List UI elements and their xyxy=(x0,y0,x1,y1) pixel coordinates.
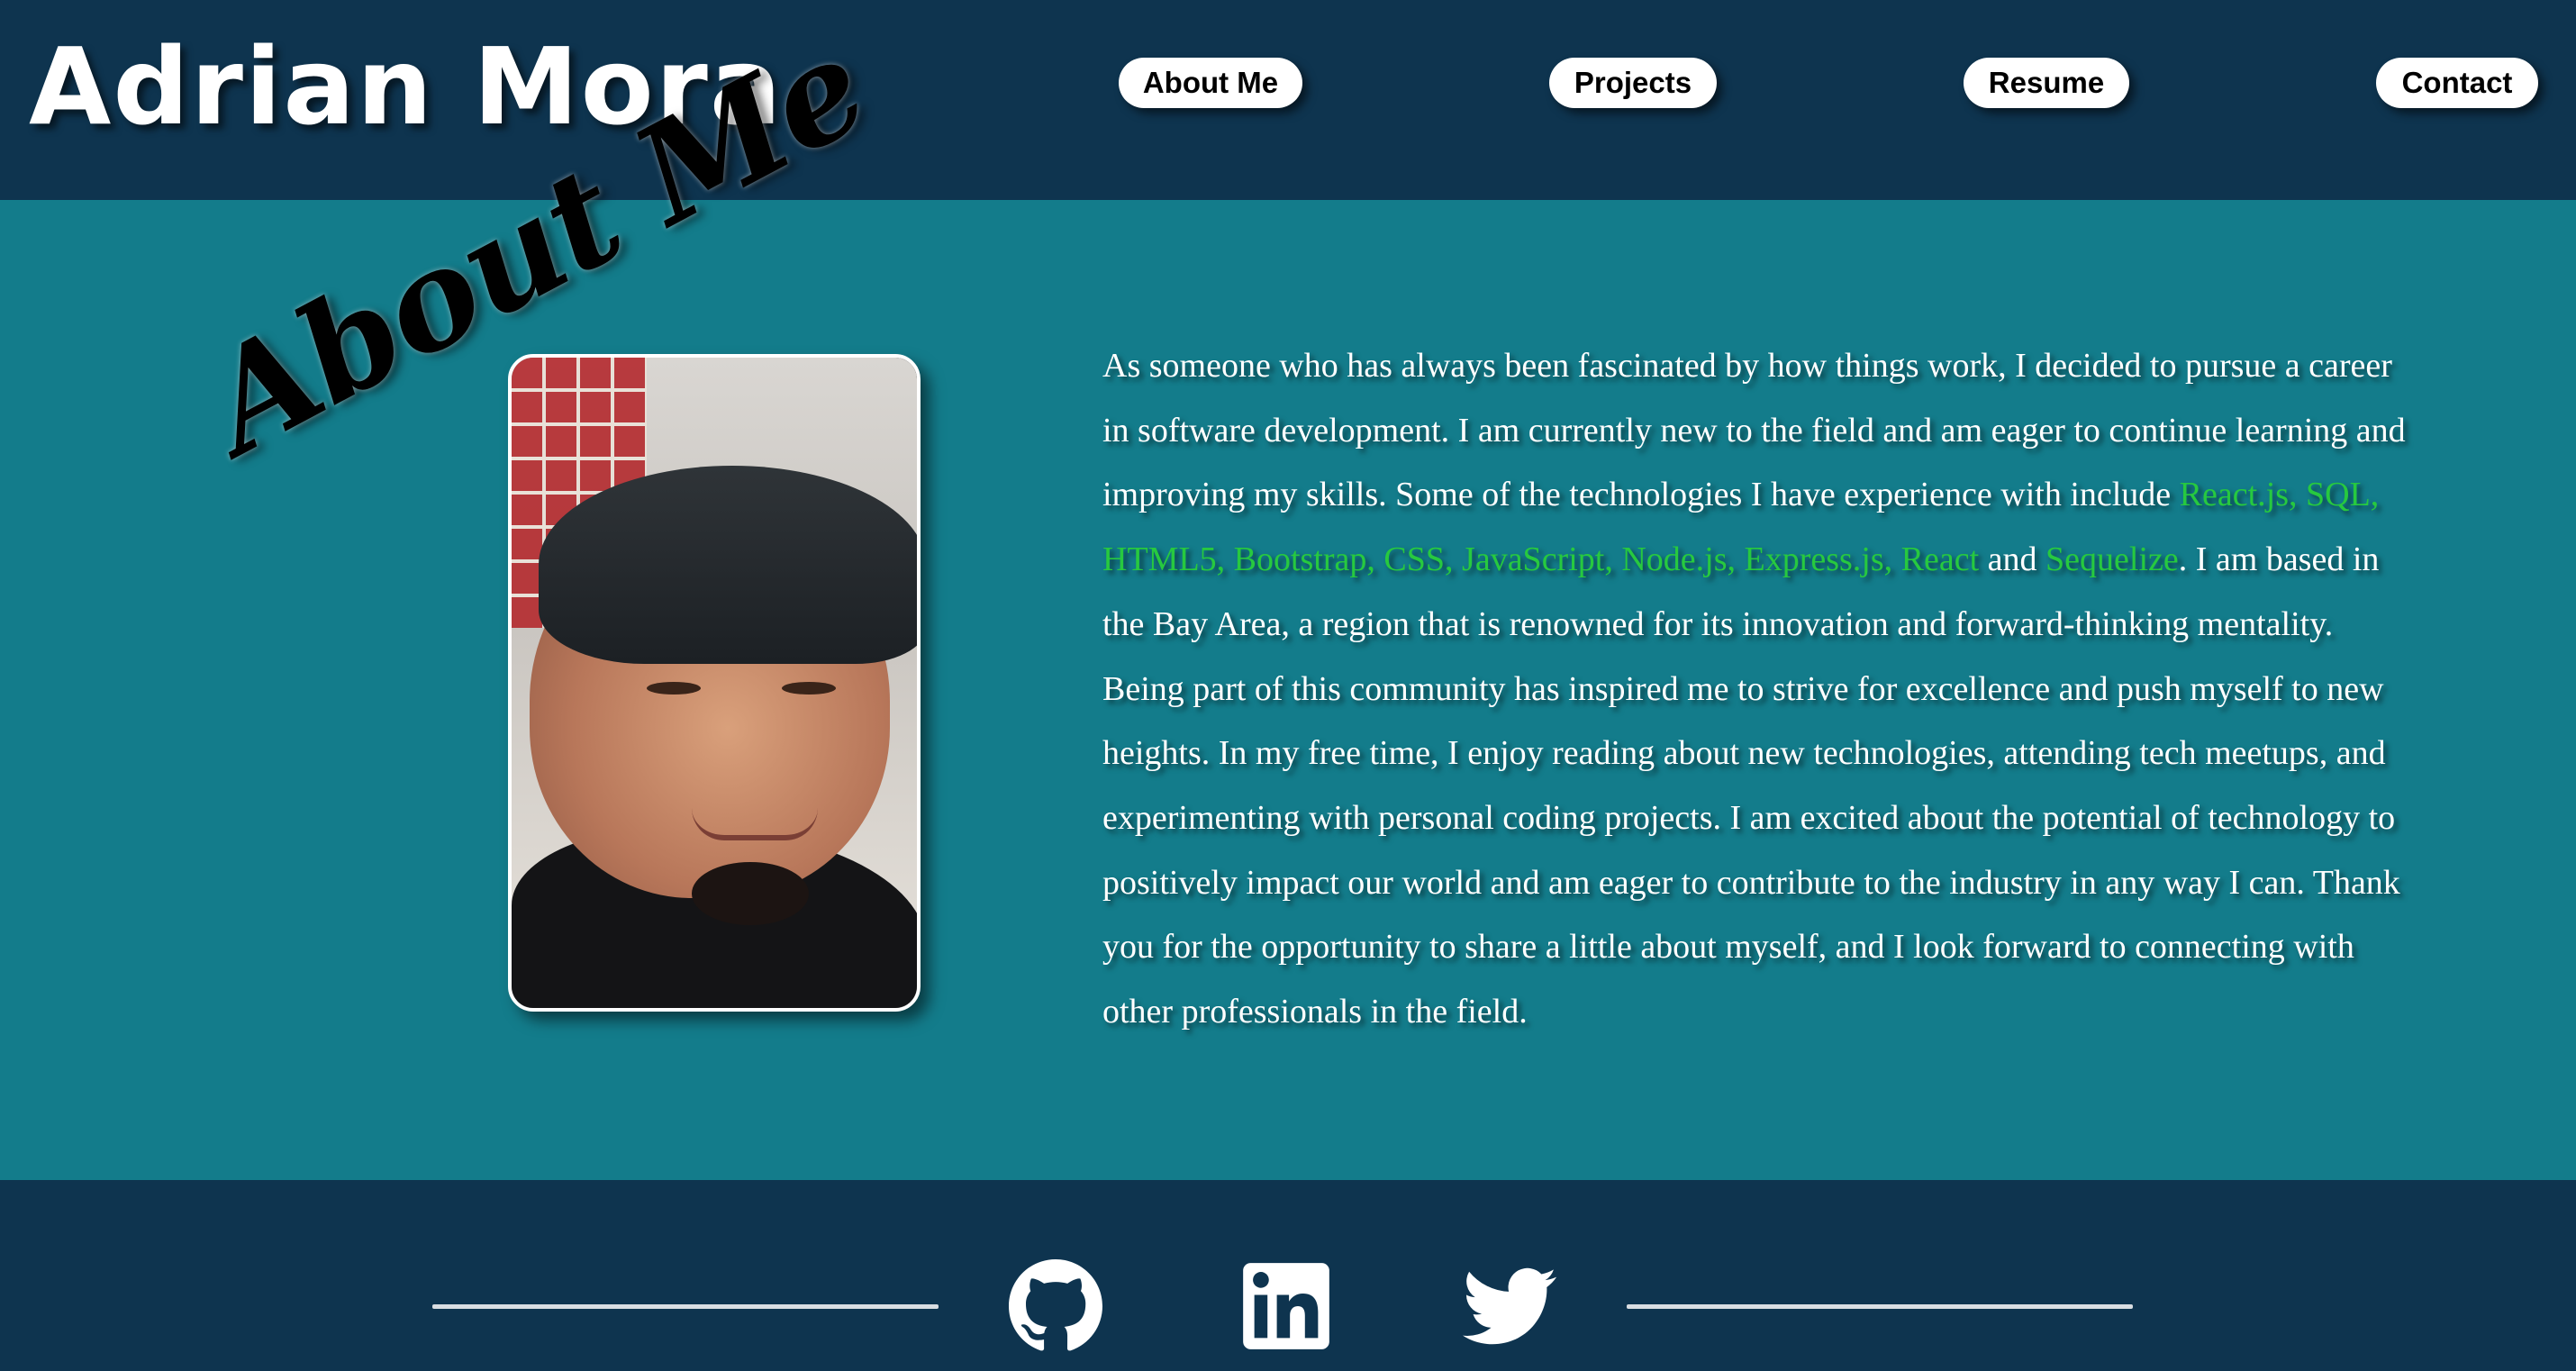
photo-eye xyxy=(782,682,836,695)
footer-divider-right xyxy=(1627,1304,2133,1309)
nav-projects-button[interactable]: Projects xyxy=(1549,58,1717,108)
photo-eye xyxy=(647,682,701,695)
site-footer xyxy=(0,1180,2576,1371)
photo-beard xyxy=(692,862,809,925)
bio-paragraph: As someone who has always been fascinate… xyxy=(1102,334,2408,1045)
github-icon[interactable] xyxy=(1009,1259,1102,1353)
profile-photo xyxy=(508,354,921,1012)
nav-resume-button[interactable]: Resume xyxy=(1964,58,2129,108)
photo-mouth xyxy=(692,808,818,840)
bio-tech-sequelize: Sequelize xyxy=(2045,540,2179,579)
nav-contact-button[interactable]: Contact xyxy=(2376,58,2538,108)
twitter-icon-graphic xyxy=(1463,1267,1556,1345)
linkedin-icon-graphic xyxy=(1243,1263,1329,1349)
bio-text: . I am based in the Bay Area, a region t… xyxy=(1102,540,2400,1031)
github-icon-graphic xyxy=(1009,1259,1102,1351)
footer-divider-left xyxy=(432,1304,939,1309)
photo-cap xyxy=(539,466,917,664)
linkedin-icon[interactable] xyxy=(1239,1259,1333,1353)
bio-text: and xyxy=(1979,540,2046,579)
nav-about-me-button[interactable]: About Me xyxy=(1119,58,1302,108)
twitter-icon[interactable] xyxy=(1463,1259,1556,1353)
site-header: Adrian Mora About Me Projects Resume Con… xyxy=(0,0,2576,200)
